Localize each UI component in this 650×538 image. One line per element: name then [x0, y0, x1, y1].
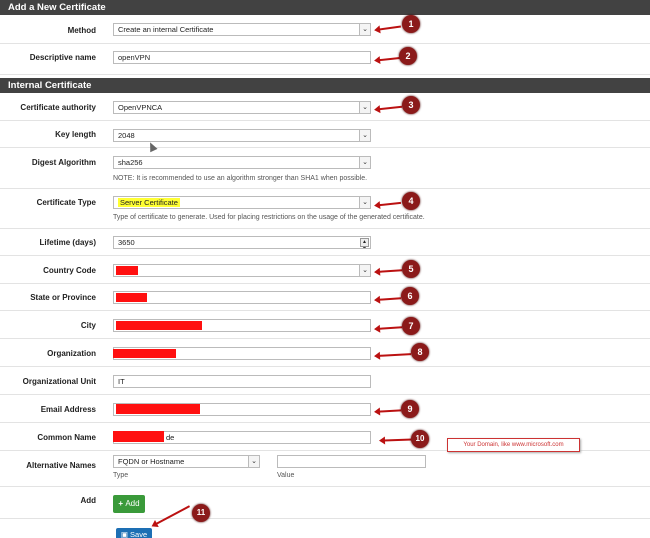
add-button-label: Add — [125, 499, 140, 508]
method-select-value: Create an internal Certificate — [118, 25, 214, 34]
alt-names-label: Alternative Names — [26, 461, 96, 470]
row-city: City — [0, 311, 650, 339]
org-unit-input[interactable]: IT — [113, 375, 371, 388]
common-name-label: Common Name — [37, 433, 96, 442]
redaction-block — [116, 293, 147, 302]
redaction-block — [116, 404, 200, 414]
certificate-type-note: Type of certificate to generate. Used fo… — [113, 214, 425, 221]
key-length-label: Key length — [55, 130, 96, 139]
chevron-down-icon: ⌄ — [359, 157, 370, 168]
row-certificate-type: Certificate Type Server Certificate ⌄ Ty… — [0, 189, 650, 229]
redaction-block — [116, 266, 138, 275]
key-length-select[interactable]: 2048 ⌄ — [113, 129, 371, 142]
section-header-add-new: Add a New Certificate — [0, 0, 650, 15]
row-certificate-authority: Certificate authority OpenVPNCA ⌄ — [0, 93, 650, 121]
method-select[interactable]: Create an internal Certificate ⌄ — [113, 23, 371, 36]
row-add: Add — [0, 487, 650, 519]
floppy-disk-icon: ▣ — [120, 530, 131, 538]
row-org-unit: Organizational Unit IT — [0, 367, 650, 395]
redaction-block — [113, 431, 164, 442]
step-badge: 11 — [192, 504, 210, 522]
state-input[interactable] — [113, 291, 371, 304]
row-organization: Organization — [0, 339, 650, 367]
alt-names-type-label: Type — [113, 472, 129, 479]
chevron-down-icon: ⌄ — [359, 197, 370, 208]
alt-names-value-input[interactable] — [277, 455, 426, 468]
digest-algorithm-select[interactable]: sha256 ⌄ — [113, 156, 371, 169]
org-unit-label: Organizational Unit — [22, 377, 96, 386]
chevron-down-icon: ⌄ — [359, 130, 370, 141]
city-label: City — [80, 321, 96, 330]
lifetime-label: Lifetime (days) — [39, 238, 96, 247]
lifetime-input[interactable]: 3650 ▲ ▼ — [113, 236, 371, 249]
digest-algorithm-value: sha256 — [118, 158, 143, 167]
step-badge: 8 — [411, 343, 429, 361]
row-lifetime: Lifetime (days) 3650 ▲ ▼ — [0, 229, 650, 256]
key-length-value: 2048 — [118, 131, 135, 140]
save-button-label: Save — [130, 530, 148, 538]
add-button[interactable]: + Add — [113, 495, 145, 513]
certificate-authority-value: OpenVPNCA — [118, 103, 163, 112]
certificate-authority-label: Certificate authority — [20, 103, 96, 112]
digest-algorithm-note: NOTE: It is recommended to use an algori… — [113, 175, 368, 182]
certificate-type-label: Certificate Type — [36, 198, 96, 207]
row-country-code: Country Code ⌄ — [0, 256, 650, 284]
certificate-type-value: Server Certificate — [118, 198, 180, 207]
step-badge: 5 — [402, 260, 420, 278]
step-badge: 3 — [402, 96, 420, 114]
redaction-block — [116, 321, 202, 330]
alt-names-type-value: FQDN or Hostname — [118, 457, 185, 466]
country-code-label: Country Code — [43, 266, 96, 275]
certificate-type-select[interactable]: Server Certificate ⌄ — [113, 196, 371, 209]
organization-label: Organization — [47, 349, 96, 358]
chevron-down-icon: ⌄ — [359, 24, 370, 35]
step-badge: 2 — [399, 47, 417, 65]
descriptive-name-label: Descriptive name — [29, 53, 96, 62]
certificate-authority-select[interactable]: OpenVPNCA ⌄ — [113, 101, 371, 114]
row-descriptive-name: Descriptive name openVPN — [0, 44, 650, 75]
domain-callout: Your Domain, like www.microsoft.com — [447, 438, 580, 452]
redaction-block — [113, 349, 176, 358]
stepper-icon[interactable]: ▲ ▼ — [360, 238, 369, 248]
save-button[interactable]: ▣ Save — [116, 528, 152, 538]
alt-names-type-select[interactable]: FQDN or Hostname ⌄ — [113, 455, 260, 468]
step-badge: 6 — [401, 287, 419, 305]
add-label: Add — [80, 496, 96, 505]
step-badge: 10 — [411, 430, 429, 448]
row-method: Method Create an internal Certificate ⌄ — [0, 15, 650, 44]
step-badge: 7 — [402, 317, 420, 335]
digest-algorithm-label: Digest Algorithm — [31, 158, 96, 167]
descriptive-name-input[interactable]: openVPN — [113, 51, 371, 64]
section-header-internal: Internal Certificate — [0, 78, 650, 93]
chevron-down-icon: ⌄ — [359, 102, 370, 113]
lifetime-value: 3650 — [118, 238, 135, 247]
chevron-down-icon: ⌄ — [359, 265, 370, 276]
method-label: Method — [67, 26, 96, 35]
email-label: Email Address — [40, 405, 96, 414]
row-alt-names: Alternative Names FQDN or Hostname ⌄ Typ… — [0, 451, 650, 487]
country-code-select[interactable]: ⌄ — [113, 264, 371, 277]
row-key-length: Key length 2048 ⌄ — [0, 121, 650, 148]
row-state: State or Province — [0, 284, 650, 311]
alt-names-value-label: Value — [277, 472, 295, 479]
row-digest-algorithm: Digest Algorithm sha256 ⌄ NOTE: It is re… — [0, 148, 650, 189]
step-badge: 9 — [401, 400, 419, 418]
state-label: State or Province — [30, 293, 96, 302]
chevron-down-icon: ⌄ — [248, 456, 259, 467]
row-email: Email Address — [0, 395, 650, 423]
step-badge: 1 — [402, 15, 420, 33]
step-badge: 4 — [402, 192, 420, 210]
